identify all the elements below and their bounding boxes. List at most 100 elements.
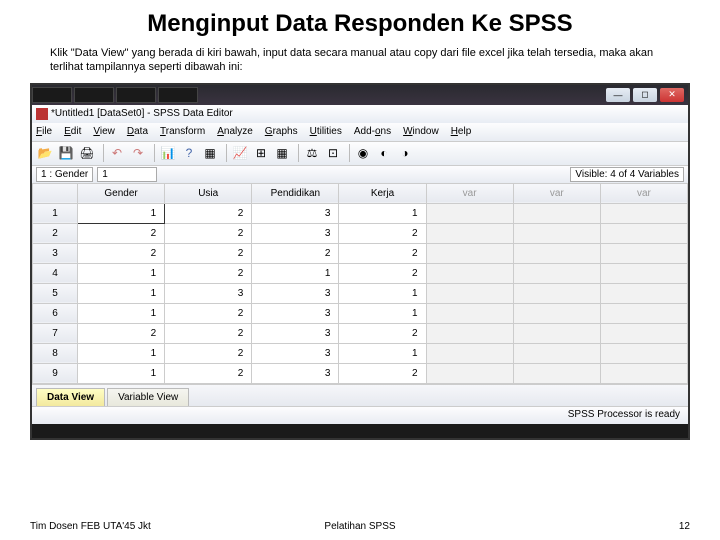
menu-window[interactable]: Window — [403, 126, 439, 137]
menu-edit[interactable]: Edit — [64, 126, 81, 137]
empty-cell[interactable] — [513, 343, 600, 363]
sets-icon[interactable]: ◉ — [354, 144, 372, 162]
empty-cell[interactable] — [600, 223, 687, 243]
col-header-empty[interactable]: var — [426, 183, 513, 203]
data-cell[interactable]: 3 — [252, 323, 339, 343]
empty-cell[interactable] — [600, 343, 687, 363]
data-cell[interactable]: 1 — [339, 203, 426, 223]
empty-cell[interactable] — [513, 323, 600, 343]
menu-utilities[interactable]: Utilities — [310, 126, 342, 137]
empty-cell[interactable] — [426, 303, 513, 323]
print-icon[interactable]: 🖨 — [78, 144, 96, 162]
data-cell[interactable]: 2 — [339, 263, 426, 283]
row-header[interactable]: 7 — [33, 323, 78, 343]
find-icon[interactable]: ? — [180, 144, 198, 162]
undo-icon[interactable]: ↶ — [108, 144, 126, 162]
row-header[interactable]: 6 — [33, 303, 78, 323]
empty-cell[interactable] — [513, 223, 600, 243]
empty-cell[interactable] — [600, 303, 687, 323]
empty-cell[interactable] — [426, 203, 513, 223]
menu-data[interactable]: Data — [127, 126, 148, 137]
maximize-button[interactable]: ◻ — [633, 88, 657, 102]
empty-cell[interactable] — [513, 263, 600, 283]
menu-view[interactable]: View — [93, 126, 115, 137]
col-header[interactable]: Gender — [78, 183, 165, 203]
empty-cell[interactable] — [513, 303, 600, 323]
empty-cell[interactable] — [426, 243, 513, 263]
col-header-empty[interactable]: var — [600, 183, 687, 203]
menu-addons[interactable]: Add-ons — [354, 126, 391, 137]
data-cell[interactable]: 3 — [252, 223, 339, 243]
data-cell[interactable]: 3 — [252, 303, 339, 323]
data-grid[interactable]: Gender Usia Pendidikan Kerja var var var… — [32, 183, 688, 384]
data-cell[interactable]: 2 — [339, 223, 426, 243]
close-button[interactable]: ✕ — [660, 88, 684, 102]
empty-cell[interactable] — [600, 363, 687, 383]
menu-graphs[interactable]: Graphs — [265, 126, 298, 137]
row-header[interactable]: 9 — [33, 363, 78, 383]
data-cell[interactable]: 3 — [252, 363, 339, 383]
data-cell[interactable]: 2 — [339, 363, 426, 383]
data-cell[interactable]: 2 — [78, 323, 165, 343]
menu-file[interactable]: File — [36, 126, 52, 137]
empty-cell[interactable] — [600, 203, 687, 223]
tab-variable-view[interactable]: Variable View — [107, 388, 189, 406]
col-header-empty[interactable]: var — [513, 183, 600, 203]
row-header[interactable]: 2 — [33, 223, 78, 243]
col-header[interactable]: Usia — [165, 183, 252, 203]
data-cell[interactable]: 1 — [78, 263, 165, 283]
data-cell[interactable]: 2 — [165, 343, 252, 363]
data-cell[interactable]: 2 — [165, 203, 252, 223]
menu-transform[interactable]: Transform — [160, 126, 205, 137]
grid-icon[interactable]: ▦ — [273, 144, 291, 162]
save-icon[interactable]: 💾 — [57, 144, 75, 162]
chart-icon[interactable]: 📈 — [231, 144, 249, 162]
data-cell[interactable]: 2 — [165, 243, 252, 263]
data-cell[interactable]: 2 — [165, 223, 252, 243]
empty-cell[interactable] — [426, 343, 513, 363]
data-cell[interactable]: 1 — [78, 283, 165, 303]
empty-cell[interactable] — [600, 283, 687, 303]
data-cell[interactable]: 2 — [165, 263, 252, 283]
vars-icon[interactable]: ▦ — [201, 144, 219, 162]
row-header[interactable]: 5 — [33, 283, 78, 303]
menu-analyze[interactable]: Analyze — [217, 126, 253, 137]
redo-icon[interactable]: ↷ — [129, 144, 147, 162]
data-cell[interactable]: 1 — [78, 343, 165, 363]
empty-cell[interactable] — [513, 363, 600, 383]
data-cell[interactable]: 2 — [165, 363, 252, 383]
data-cell[interactable]: 1 — [78, 363, 165, 383]
weight-icon[interactable]: ⚖ — [303, 144, 321, 162]
empty-cell[interactable] — [426, 283, 513, 303]
data-cell[interactable]: 2 — [78, 223, 165, 243]
row-header[interactable]: 8 — [33, 343, 78, 363]
tab-data-view[interactable]: Data View — [36, 388, 105, 406]
split-icon[interactable]: ◐ — [375, 144, 393, 162]
insert-icon[interactable]: ⊞ — [252, 144, 270, 162]
empty-cell[interactable] — [426, 323, 513, 343]
empty-cell[interactable] — [513, 203, 600, 223]
empty-cell[interactable] — [600, 263, 687, 283]
empty-cell[interactable] — [513, 283, 600, 303]
data-cell[interactable]: 3 — [252, 343, 339, 363]
data-cell[interactable]: 2 — [78, 243, 165, 263]
data-cell[interactable]: 2 — [165, 323, 252, 343]
data-cell[interactable]: 2 — [339, 243, 426, 263]
data-cell[interactable]: 2 — [252, 243, 339, 263]
empty-cell[interactable] — [426, 263, 513, 283]
row-header[interactable]: 3 — [33, 243, 78, 263]
data-cell[interactable]: 1 — [339, 283, 426, 303]
data-cell[interactable]: 3 — [252, 203, 339, 223]
data-cell[interactable]: 2 — [165, 303, 252, 323]
empty-cell[interactable] — [600, 323, 687, 343]
cell-value[interactable]: 1 — [97, 167, 157, 182]
empty-cell[interactable] — [426, 363, 513, 383]
goto-icon[interactable]: 📊 — [159, 144, 177, 162]
empty-cell[interactable] — [600, 243, 687, 263]
data-cell[interactable]: 1 — [339, 303, 426, 323]
row-header[interactable]: 1 — [33, 203, 78, 223]
empty-cell[interactable] — [513, 243, 600, 263]
col-header[interactable]: Kerja — [339, 183, 426, 203]
data-cell[interactable]: 1 — [78, 303, 165, 323]
data-cell[interactable]: 1 — [78, 203, 165, 223]
